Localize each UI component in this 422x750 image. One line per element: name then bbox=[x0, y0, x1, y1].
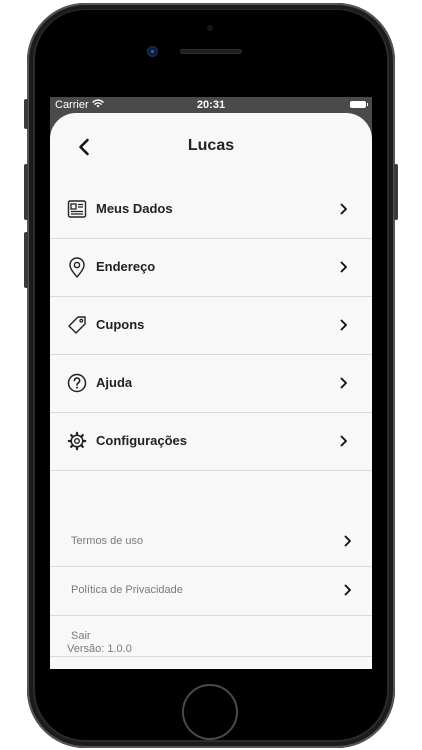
app-version: Versão: 1.0.0 bbox=[67, 643, 132, 655]
chevron-right-icon bbox=[342, 534, 354, 548]
link-politica-de-privacidade[interactable]: Política de Privacidade bbox=[50, 567, 372, 616]
map-pin-icon bbox=[66, 256, 88, 278]
battery-icon bbox=[350, 101, 368, 108]
chevron-right-icon bbox=[342, 583, 354, 597]
navigation-bar: Lucas bbox=[50, 113, 372, 183]
menu-item-cupons[interactable]: Cupons bbox=[50, 297, 372, 355]
front-camera-icon bbox=[148, 47, 157, 56]
link-label: Política de Privacidade bbox=[71, 584, 183, 596]
link-label: Sair bbox=[71, 630, 91, 642]
screen: Carrier 20:31 Lucas Meus Dados Endereço … bbox=[50, 97, 372, 669]
proximity-sensor bbox=[207, 25, 213, 31]
earpiece-speaker bbox=[180, 49, 242, 54]
chevron-right-icon bbox=[338, 318, 350, 332]
phone-power-button bbox=[394, 164, 398, 220]
status-bar: Carrier 20:31 bbox=[50, 97, 372, 113]
status-time: 20:31 bbox=[196, 99, 226, 111]
menu-item-endereco[interactable]: Endereço bbox=[50, 239, 372, 297]
menu-item-label: Ajuda bbox=[96, 375, 133, 390]
menu-item-label: Cupons bbox=[96, 317, 145, 332]
menu-item-label: Configurações bbox=[96, 433, 188, 448]
menu-item-ajuda[interactable]: Ajuda bbox=[50, 355, 372, 413]
gear-icon bbox=[66, 430, 88, 452]
menu-item-label: Meus Dados bbox=[96, 201, 173, 216]
profile-menu: Meus Dados Endereço Cupons Ajuda Configu… bbox=[50, 181, 372, 471]
phone-volume-down-button bbox=[24, 232, 28, 288]
chevron-right-icon bbox=[338, 376, 350, 390]
phone-volume-up-button bbox=[24, 164, 28, 220]
phone-side-button bbox=[24, 99, 28, 129]
link-label: Termos de uso bbox=[71, 535, 144, 547]
chevron-right-icon bbox=[338, 260, 350, 274]
help-circle-icon bbox=[66, 372, 88, 394]
link-termos-de-uso[interactable]: Termos de uso bbox=[50, 518, 372, 567]
home-button[interactable] bbox=[182, 684, 238, 740]
chevron-right-icon bbox=[338, 434, 350, 448]
menu-item-configuracoes[interactable]: Configurações bbox=[50, 413, 372, 471]
page-title: Lucas bbox=[187, 137, 235, 154]
tag-icon bbox=[66, 314, 88, 336]
profile-sheet: Lucas Meus Dados Endereço Cupons Ajuda C… bbox=[50, 113, 372, 669]
chevron-right-icon bbox=[338, 202, 350, 216]
menu-item-meus-dados[interactable]: Meus Dados bbox=[50, 181, 372, 239]
menu-item-label: Endereço bbox=[96, 259, 156, 274]
secondary-links: Termos de uso Política de Privacidade Sa… bbox=[50, 518, 372, 657]
id-card-icon bbox=[66, 198, 88, 220]
